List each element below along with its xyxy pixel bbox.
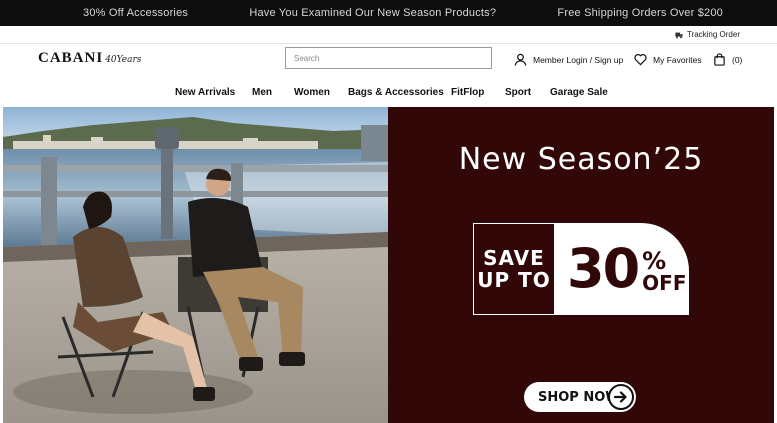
- badge-off: OFF: [642, 271, 687, 295]
- favorites-link[interactable]: My Favorites: [634, 53, 702, 66]
- brand-logo[interactable]: CABANI 40Years: [38, 50, 141, 67]
- badge-upto-text: UP TO: [477, 268, 551, 292]
- badge-percent: %: [642, 247, 667, 275]
- member-login-label: Member Login / Sign up: [533, 54, 624, 65]
- promo-panel: New Season’25 SAVE UP TO 30 % OFF SHOP N…: [388, 107, 774, 423]
- announcement-accessories[interactable]: 30% Off Accessories: [83, 7, 188, 19]
- announcement-new-season[interactable]: Have You Examined Our New Season Product…: [249, 7, 496, 19]
- nav-fitflop[interactable]: FitFlop: [451, 87, 484, 98]
- shop-now-button[interactable]: SHOP NOW: [524, 382, 636, 412]
- truck-icon: [675, 32, 683, 38]
- tracking-order-label: Tracking Order: [686, 30, 740, 39]
- cart-count: (0): [732, 54, 743, 65]
- badge-save-text: SAVE: [483, 246, 545, 270]
- user-icon: [514, 53, 527, 66]
- nav-bags-accessories[interactable]: Bags & Accessories: [348, 87, 444, 98]
- nav-garage-sale[interactable]: Garage Sale: [550, 87, 608, 98]
- announcement-free-shipping[interactable]: Free Shipping Orders Over $200: [557, 7, 723, 19]
- site-header: CABANI 40Years Member Login / Sign up My…: [0, 44, 777, 78]
- tracking-order-link[interactable]: Tracking Order: [675, 30, 740, 39]
- cart-link[interactable]: (0): [713, 53, 742, 66]
- heart-icon: [634, 54, 647, 66]
- hero-banner[interactable]: New Season’25 SAVE UP TO 30 % OFF SHOP N…: [3, 107, 774, 423]
- search-input[interactable]: [285, 47, 492, 69]
- nav-sport[interactable]: Sport: [505, 87, 531, 98]
- promo-headline: New Season’25: [458, 142, 704, 177]
- nav-men[interactable]: Men: [252, 87, 272, 98]
- logo-anniversary: 40Years: [105, 55, 142, 65]
- nav-women[interactable]: Women: [294, 87, 330, 98]
- discount-badge-label-box: SAVE UP TO: [473, 223, 555, 315]
- discount-badge: SAVE UP TO 30 % OFF: [473, 223, 689, 315]
- nav-new-arrivals[interactable]: New Arrivals: [175, 87, 235, 98]
- arrow-right-icon: [608, 384, 634, 410]
- discount-badge-value-box: 30 % OFF: [555, 223, 689, 315]
- announcement-bar: 30% Off Accessories Have You Examined Ou…: [0, 0, 777, 26]
- hero-photo: [3, 107, 388, 423]
- badge-number: 30: [567, 237, 640, 300]
- badge-percent-off: % OFF: [642, 249, 686, 293]
- utility-bar: Tracking Order: [0, 26, 777, 44]
- member-login-link[interactable]: Member Login / Sign up: [514, 53, 623, 66]
- main-nav: New Arrivals Men Women Bags & Accessorie…: [0, 84, 777, 102]
- couple-seaside-image: [3, 107, 388, 423]
- shopping-bag-icon: [714, 53, 725, 66]
- favorites-label: My Favorites: [653, 54, 702, 65]
- logo-text: CABANI: [38, 50, 104, 66]
